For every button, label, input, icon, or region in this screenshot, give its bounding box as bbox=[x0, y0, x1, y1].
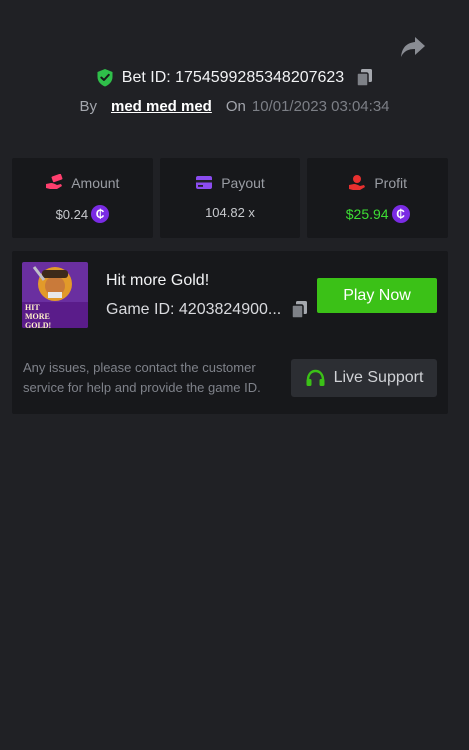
amount-stat: Amount $0.24 ₵ bbox=[12, 158, 153, 238]
payout-value: 104.82 x bbox=[205, 205, 255, 220]
amount-value: $0.24 bbox=[55, 206, 89, 222]
money-hand-icon bbox=[46, 174, 63, 189]
by-label: By bbox=[79, 98, 97, 115]
bet-id-text: Bet ID: 1754599285348207623 bbox=[121, 68, 345, 86]
support-notice: Any issues, please contact the customer … bbox=[23, 360, 261, 395]
card-icon bbox=[196, 176, 213, 189]
profit-value: $25.94 bbox=[345, 206, 389, 222]
game-title: Hit more Gold! bbox=[106, 272, 210, 289]
live-support-button[interactable]: Live Support bbox=[291, 359, 437, 397]
bet-meta-row: By med med med On 10/01/2023 03:04:34 bbox=[0, 98, 469, 115]
profit-hand-icon bbox=[349, 175, 366, 190]
headset-icon bbox=[306, 369, 325, 386]
bet-stats: Amount $0.24 ₵ Payout 104.82 x Profit $2… bbox=[12, 158, 449, 238]
live-support-label: Live Support bbox=[333, 369, 424, 386]
share-arrow-icon[interactable] bbox=[400, 35, 426, 59]
profit-label: Profit bbox=[374, 174, 408, 191]
profit-stat: Profit $25.94 ₵ bbox=[307, 158, 449, 238]
amount-label: Amount bbox=[71, 174, 120, 191]
bet-id-row: Bet ID: 1754599285348207623 bbox=[0, 68, 469, 87]
game-id-text: Game ID: 4203824900... bbox=[106, 300, 282, 318]
coin-icon: ₵ bbox=[91, 205, 110, 223]
game-id-row: Game ID: 4203824900... bbox=[106, 300, 308, 319]
payout-stat: Payout 104.82 x bbox=[159, 158, 301, 238]
game-thumbnail-title: HIT MORE GOLD! bbox=[25, 303, 52, 328]
payout-label: Payout bbox=[221, 174, 265, 191]
coin-icon: ₵ bbox=[391, 205, 410, 223]
copy-icon[interactable] bbox=[356, 68, 373, 87]
bet-datetime: 10/01/2023 03:04:34 bbox=[251, 98, 390, 115]
copy-icon[interactable] bbox=[291, 300, 308, 319]
game-card: HIT MORE GOLD! Hit more Gold! Game ID: 4… bbox=[12, 251, 448, 414]
verified-shield-icon bbox=[97, 69, 113, 87]
play-now-button[interactable]: Play Now bbox=[317, 278, 437, 313]
game-thumbnail[interactable]: HIT MORE GOLD! bbox=[22, 262, 88, 328]
on-label: On bbox=[225, 98, 246, 115]
username-link[interactable]: med med med bbox=[111, 98, 212, 115]
